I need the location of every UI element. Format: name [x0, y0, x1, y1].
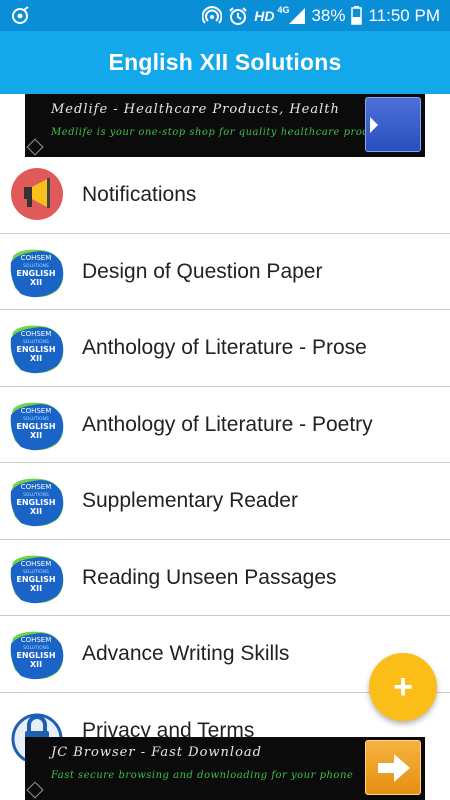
- menu-item-label: Supplementary Reader: [82, 489, 298, 512]
- ad-title: Medlife - Healthcare Products, Health: [51, 102, 340, 117]
- english-xii-book-icon: COHSEM SOLUTIONS ENGLISH XII: [7, 624, 67, 684]
- book-icon-text: COHSEM: [21, 483, 52, 491]
- book-icon-text: ENGLISH: [16, 269, 55, 278]
- ad-open-button[interactable]: [365, 97, 421, 152]
- book-icon-text: COHSEM: [21, 330, 52, 338]
- menu-item-label: Anthology of Literature - Poetry: [82, 412, 373, 436]
- book-icon-text: ENGLISH: [16, 498, 55, 507]
- clock: 11:50 PM: [368, 5, 440, 25]
- ad-banner-bottom[interactable]: JC Browser - Fast Download Fast secure b…: [25, 737, 425, 800]
- hotspot-icon: [202, 5, 223, 24]
- menu-item-label: Anthology of Literature - Prose: [82, 336, 367, 359]
- book-icon-text: COHSEM: [21, 254, 52, 262]
- menu-item-label: Notifications: [82, 183, 197, 206]
- ad-title: JC Browser - Fast Download: [51, 745, 262, 760]
- book-icon-text: ENGLISH: [16, 575, 55, 584]
- book-icon-text: XII: [30, 431, 42, 440]
- book-icon-text: COHSEM: [21, 407, 52, 415]
- ad-banner-top[interactable]: Medlife - Healthcare Products, Health Me…: [25, 94, 425, 157]
- english-xii-book-icon: COHSEM SOLUTIONS ENGLISH XII: [7, 318, 67, 378]
- battery-percent: 38%: [311, 5, 346, 25]
- book-icon-text: ENGLISH: [16, 345, 55, 354]
- menu-item-supplementary-reader[interactable]: COHSEM SOLUTIONS ENGLISH XII Supplementa…: [0, 463, 450, 540]
- megaphone-icon: [7, 165, 67, 225]
- menu-item-label: Reading Unseen Passages: [82, 565, 337, 589]
- alarm-icon: [229, 6, 247, 25]
- ad-choices-icon[interactable]: [26, 138, 44, 156]
- menu-item-anthology-poetry[interactable]: COHSEM SOLUTIONS ENGLISH XII Anthology o…: [0, 387, 450, 463]
- book-icon-text: ENGLISH: [16, 422, 55, 431]
- book-icon-text: XII: [30, 278, 42, 287]
- menu-item-anthology-prose[interactable]: COHSEM SOLUTIONS ENGLISH XII Anthology o…: [0, 310, 450, 387]
- status-bar: HD 4G 38% 11:50 PM: [0, 0, 450, 31]
- plus-icon: +: [393, 667, 413, 706]
- hd-indicator: HD: [254, 7, 275, 24]
- app-notification-icon: [12, 6, 29, 24]
- english-xii-book-icon: COHSEM SOLUTIONS ENGLISH XII: [7, 548, 67, 608]
- menu-item-design-of-question-paper[interactable]: COHSEM SOLUTIONS ENGLISH XII Design of Q…: [0, 234, 450, 310]
- book-icon-text: COHSEM: [21, 560, 52, 568]
- menu-item-label: Design of Question Paper: [82, 259, 323, 283]
- network-type: 4G: [277, 4, 290, 15]
- app-bar: English XII Solutions: [0, 31, 450, 94]
- book-icon-text: COHSEM: [21, 636, 52, 644]
- menu-item-notifications[interactable]: Notifications: [0, 157, 450, 234]
- english-xii-book-icon: COHSEM SOLUTIONS ENGLISH XII: [7, 242, 67, 302]
- book-icon-text: ENGLISH: [16, 651, 55, 660]
- book-icon-text: XII: [30, 584, 42, 593]
- book-icon-text: XII: [30, 507, 42, 516]
- add-fab-button[interactable]: +: [369, 653, 437, 721]
- menu-item-reading-unseen-passages[interactable]: COHSEM SOLUTIONS ENGLISH XII Reading Uns…: [0, 540, 450, 616]
- arrow-right-icon: [378, 754, 410, 782]
- signal-icon: [289, 7, 306, 24]
- book-icon-text: XII: [30, 660, 42, 669]
- chevron-right-icon: [370, 117, 378, 133]
- menu-item-label: Advance Writing Skills: [82, 642, 290, 665]
- ad-text: Medlife is your one-stop shop for qualit…: [51, 127, 393, 138]
- english-xii-book-icon: COHSEM SOLUTIONS ENGLISH XII: [7, 395, 67, 455]
- english-xii-book-icon: COHSEM SOLUTIONS ENGLISH XII: [7, 471, 67, 531]
- ad-text: Fast secure browsing and downloading for…: [51, 770, 354, 781]
- book-icon-text: XII: [30, 354, 42, 363]
- ad-open-button[interactable]: [365, 740, 421, 795]
- ad-choices-icon[interactable]: [26, 781, 44, 799]
- battery-icon: [351, 6, 363, 25]
- app-title: English XII Solutions: [108, 49, 342, 75]
